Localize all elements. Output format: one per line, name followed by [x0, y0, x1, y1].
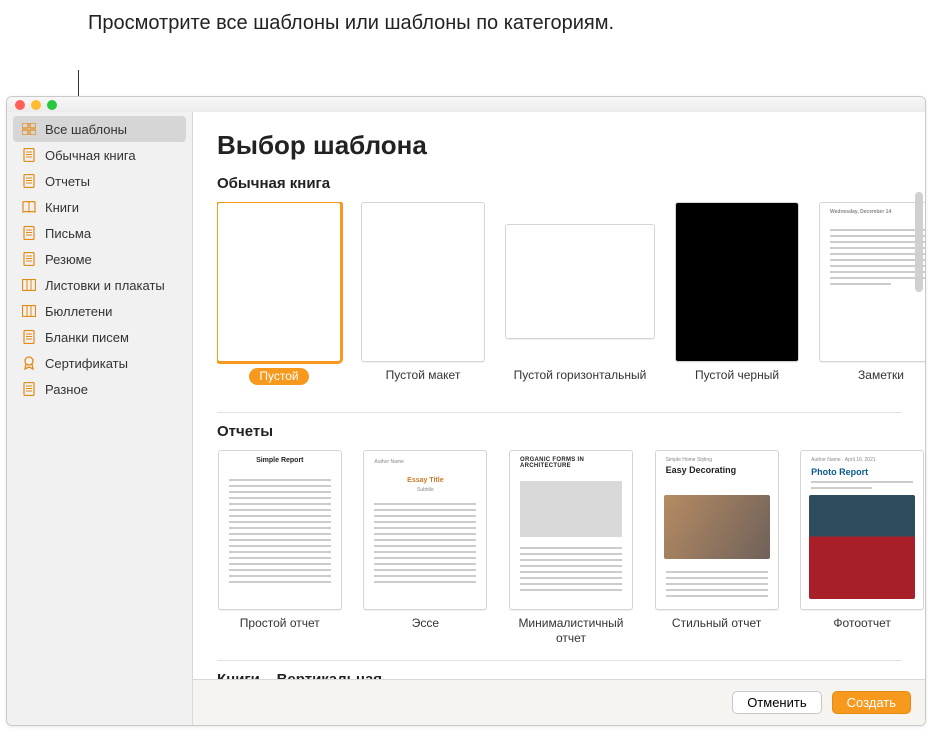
- template-label: Стильный отчет: [672, 616, 761, 646]
- sidebar-item-8[interactable]: Бланки писем: [7, 324, 192, 350]
- sidebar-item-label: Сертификаты: [45, 356, 128, 371]
- sidebar-item-label: Все шаблоны: [45, 122, 127, 137]
- page-icon: [21, 174, 37, 188]
- category-sidebar: Все шаблоны Обычная книга Отчеты Книги Письм…: [7, 112, 193, 725]
- template-thumbnail[interactable]: Author Name · April 16, 2021Photo Report: [800, 450, 924, 610]
- sidebar-item-0[interactable]: Все шаблоны: [13, 116, 186, 142]
- sidebar-item-label: Письма: [45, 226, 91, 241]
- sidebar-item-5[interactable]: Резюме: [7, 246, 192, 272]
- page-icon: [21, 226, 37, 240]
- section-title: Книги – Вертикальная: [217, 660, 901, 679]
- template-item[interactable]: Пустой черный: [675, 202, 799, 398]
- sidebar-item-1[interactable]: Обычная книга: [7, 142, 192, 168]
- grid-icon: [21, 122, 37, 136]
- sidebar-item-7[interactable]: Бюллетени: [7, 298, 192, 324]
- zoom-icon[interactable]: [47, 100, 57, 110]
- columns-icon: [21, 304, 37, 318]
- template-label: Заметки: [858, 368, 904, 398]
- template-label: Эссе: [412, 616, 439, 646]
- sidebar-item-label: Отчеты: [45, 174, 90, 189]
- ribbon-icon: [21, 356, 37, 370]
- vertical-scrollbar[interactable]: [915, 192, 923, 292]
- template-thumbnail[interactable]: [361, 202, 485, 362]
- template-thumbnail[interactable]: Author NameEssay TitleSubtitle: [363, 450, 487, 610]
- template-label: Пустой макет: [386, 368, 461, 398]
- create-button[interactable]: Создать: [832, 691, 911, 714]
- template-thumbnail[interactable]: [505, 224, 655, 339]
- close-icon[interactable]: [15, 100, 25, 110]
- template-label: Минималистичный отчет: [508, 616, 634, 646]
- template-label: Пустой черный: [695, 368, 779, 398]
- minimize-icon[interactable]: [31, 100, 41, 110]
- sidebar-item-label: Книги: [45, 200, 79, 215]
- template-thumbnail[interactable]: Simple Home StylingEasy Decorating: [655, 450, 779, 610]
- template-thumbnail[interactable]: [217, 202, 341, 362]
- sidebar-item-label: Бюллетени: [45, 304, 112, 319]
- page-icon: [21, 382, 37, 396]
- sidebar-item-2[interactable]: Отчеты: [7, 168, 192, 194]
- template-label: Пустой: [249, 368, 308, 385]
- section-title: Отчеты: [217, 412, 901, 440]
- template-thumbnail[interactable]: [675, 202, 799, 362]
- sidebar-item-6[interactable]: Листовки и плакаты: [7, 272, 192, 298]
- sidebar-item-4[interactable]: Письма: [7, 220, 192, 246]
- template-item[interactable]: Author NameEssay TitleSubtitle Эссе: [363, 450, 489, 646]
- template-item[interactable]: Simple Report Простой отчет: [217, 450, 343, 646]
- template-thumbnail[interactable]: Simple Report: [218, 450, 342, 610]
- columns-icon: [21, 278, 37, 292]
- help-annotation: Просмотрите все шаблоны или шаблоны по к…: [88, 10, 614, 37]
- page-icon: [21, 252, 37, 266]
- sidebar-item-label: Листовки и плакаты: [45, 278, 165, 293]
- sidebar-item-label: Разное: [45, 382, 88, 397]
- template-label: Пустой горизонтальный: [514, 368, 647, 398]
- sidebar-item-10[interactable]: Разное: [7, 376, 192, 402]
- template-thumbnail[interactable]: ORGANIC FORMS IN ARCHITECTURE: [509, 450, 633, 610]
- template-row: Пустой Пустой макет Пустой горизонтальный П…: [217, 202, 925, 398]
- template-item[interactable]: Simple Home StylingEasy Decorating Стильн…: [654, 450, 780, 646]
- footer: Отменить Создать: [193, 679, 925, 725]
- main-pane: Выбор шаблона Обычная книга Пустой Пустой …: [193, 112, 925, 725]
- template-item[interactable]: Пустой макет: [361, 202, 485, 398]
- template-row: Simple Report Простой отчет Author NameEss…: [217, 450, 925, 646]
- template-item[interactable]: Пустой горизонтальный: [505, 202, 655, 398]
- book-icon: [21, 200, 37, 214]
- page-icon: [21, 330, 37, 344]
- template-chooser-window: Все шаблоны Обычная книга Отчеты Книги Письм…: [6, 96, 926, 726]
- page-title: Выбор шаблона: [217, 130, 925, 161]
- template-item[interactable]: Пустой: [217, 202, 341, 398]
- sidebar-item-3[interactable]: Книги: [7, 194, 192, 220]
- template-thumbnail[interactable]: Wednesday, December 14: [819, 202, 925, 362]
- template-item[interactable]: ORGANIC FORMS IN ARCHITECTURE Минималисти…: [508, 450, 634, 646]
- section-title: Обычная книга: [217, 175, 925, 192]
- template-item[interactable]: Wednesday, December 14 Заметки: [819, 202, 925, 398]
- sidebar-item-label: Бланки писем: [45, 330, 129, 345]
- sidebar-item-label: Резюме: [45, 252, 92, 267]
- page-icon: [21, 148, 37, 162]
- template-label: Фотоотчет: [833, 616, 891, 646]
- template-item[interactable]: Author Name · April 16, 2021Photo Report…: [799, 450, 925, 646]
- sidebar-item-label: Обычная книга: [45, 148, 136, 163]
- titlebar: [7, 97, 925, 112]
- cancel-button[interactable]: Отменить: [732, 691, 821, 714]
- template-label: Простой отчет: [240, 616, 320, 646]
- sidebar-item-9[interactable]: Сертификаты: [7, 350, 192, 376]
